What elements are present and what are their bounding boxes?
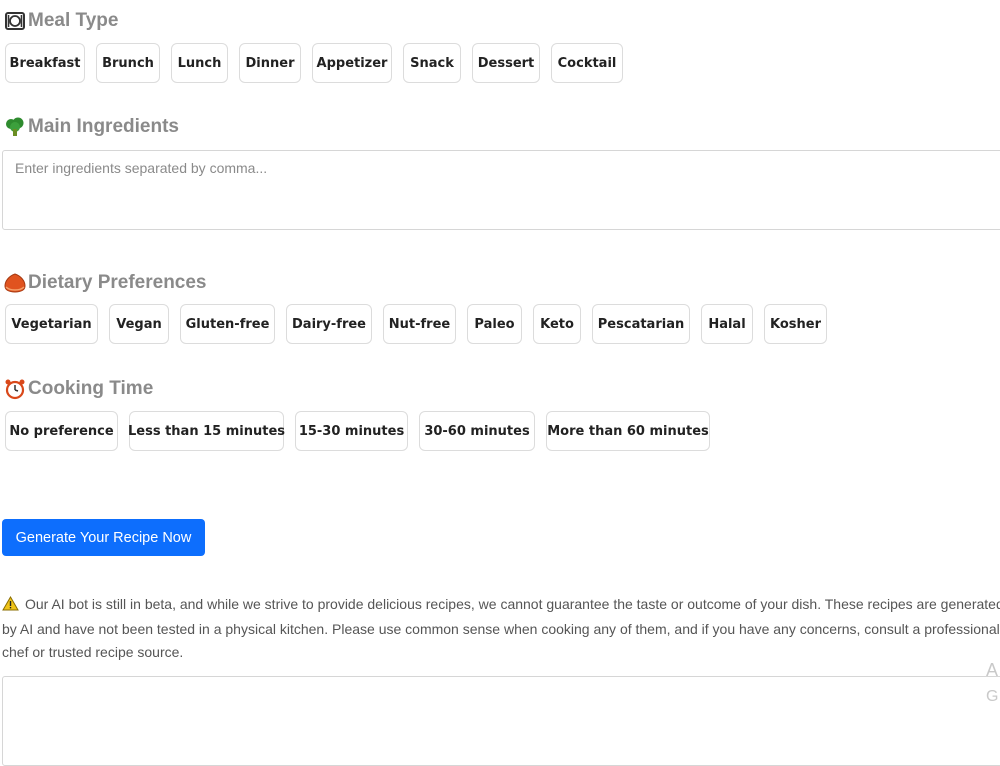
warning-icon xyxy=(2,595,19,618)
clipped-text-a: A xyxy=(986,660,999,680)
diet-option-halal[interactable]: Halal xyxy=(701,304,753,344)
main-ingredients-heading: Main Ingredients xyxy=(4,116,179,138)
meal-type-title: Meal Type xyxy=(28,10,119,31)
meal-option-appetizer[interactable]: Appetizer xyxy=(312,43,392,83)
meal-type-options: Breakfast Brunch Lunch Dinner Appetizer … xyxy=(5,43,634,83)
clipped-text-g: G xyxy=(986,688,999,705)
alarm-clock-icon xyxy=(4,378,26,400)
meal-option-snack[interactable]: Snack xyxy=(403,43,461,83)
dietary-options: Vegetarian Vegan Gluten-free Dairy-free … xyxy=(5,304,838,344)
meal-option-breakfast[interactable]: Breakfast xyxy=(5,43,85,83)
disclaimer-text: Our AI bot is still in beta, and while w… xyxy=(2,596,1000,660)
main-ingredients-title: Main Ingredients xyxy=(28,116,179,137)
beta-disclaimer: Our AI bot is still in beta, and while w… xyxy=(2,593,1000,664)
time-option-less-than-15[interactable]: Less than 15 minutes xyxy=(128,411,285,451)
ingredients-input[interactable]: Enter ingredients separated by comma... xyxy=(2,150,1000,230)
time-option-more-than-60[interactable]: More than 60 minutes xyxy=(546,411,710,451)
meal-option-dessert[interactable]: Dessert xyxy=(472,43,540,83)
diet-option-gluten-free[interactable]: Gluten-free xyxy=(180,304,275,344)
dietary-preferences-heading: Dietary Preferences xyxy=(4,272,207,294)
dietary-preferences-title: Dietary Preferences xyxy=(28,272,207,293)
recipe-output-area[interactable] xyxy=(2,676,1000,766)
diet-option-dairy-free[interactable]: Dairy-free xyxy=(286,304,372,344)
time-option-30-60[interactable]: 30-60 minutes xyxy=(419,411,535,451)
diet-option-keto[interactable]: Keto xyxy=(533,304,581,344)
diet-option-kosher[interactable]: Kosher xyxy=(764,304,827,344)
diet-option-paleo[interactable]: Paleo xyxy=(467,304,522,344)
diet-option-nut-free[interactable]: Nut-free xyxy=(383,304,456,344)
diet-option-pescatarian[interactable]: Pescatarian xyxy=(592,304,690,344)
meal-option-dinner[interactable]: Dinner xyxy=(239,43,301,83)
time-option-15-30[interactable]: 15-30 minutes xyxy=(295,411,408,451)
diet-option-vegan[interactable]: Vegan xyxy=(109,304,169,344)
meal-option-lunch[interactable]: Lunch xyxy=(171,43,228,83)
broccoli-icon xyxy=(4,116,26,138)
meal-option-cocktail[interactable]: Cocktail xyxy=(551,43,623,83)
meal-type-heading: Meal Type xyxy=(4,10,118,32)
cooking-time-heading: Cooking Time xyxy=(4,378,153,400)
generate-recipe-button[interactable]: Generate Your Recipe Now xyxy=(2,519,205,556)
time-option-no-preference[interactable]: No preference xyxy=(5,411,118,451)
cooking-time-options: No preference Less than 15 minutes 15-30… xyxy=(5,411,721,451)
plate-cutlery-icon xyxy=(4,10,26,32)
meal-option-brunch[interactable]: Brunch xyxy=(96,43,160,83)
chestnut-icon xyxy=(4,272,26,294)
diet-option-vegetarian[interactable]: Vegetarian xyxy=(5,304,98,344)
cooking-time-title: Cooking Time xyxy=(28,378,154,399)
